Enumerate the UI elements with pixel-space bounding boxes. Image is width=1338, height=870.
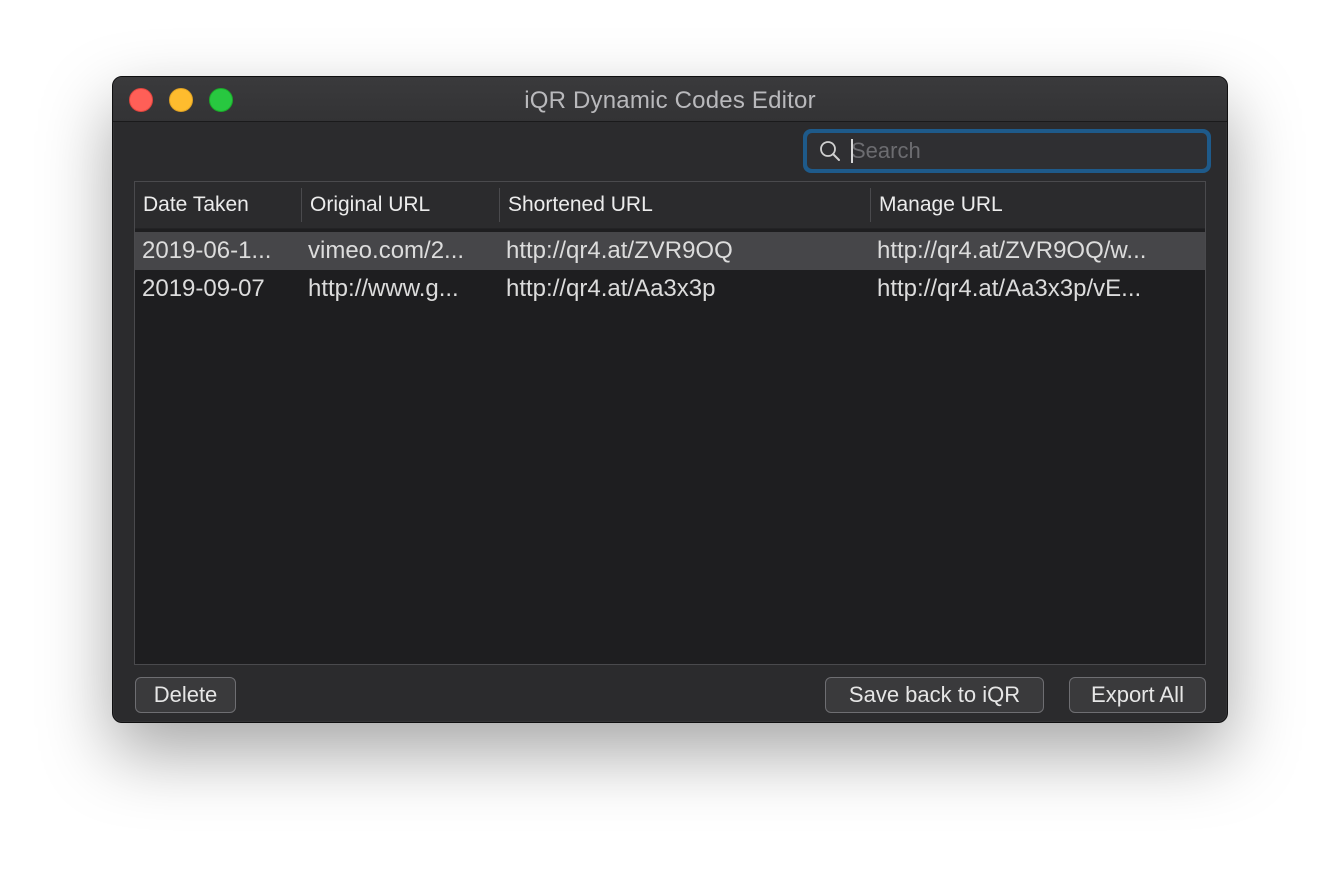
search-focus-ring (803, 129, 1211, 173)
cell-original-url: vimeo.com/2... (308, 237, 465, 264)
title-bar[interactable]: iQR Dynamic Codes Editor (113, 77, 1227, 122)
cell-shortened-url: http://qr4.at/Aa3x3p (506, 275, 716, 302)
codes-table[interactable]: Date Taken Original URL Shortened URL Ma… (134, 181, 1206, 665)
cell-manage-url: http://qr4.at/ZVR9OQ/w... (877, 237, 1147, 264)
table-row[interactable]: 2019-09-07 http://www.g... http://qr4.at… (135, 270, 1205, 308)
table-header: Date Taken Original URL Shortened URL Ma… (135, 182, 1205, 229)
window-title: iQR Dynamic Codes Editor (524, 87, 816, 114)
cell-date-taken: 2019-06-1... (142, 237, 272, 264)
search-icon (820, 141, 840, 161)
column-header-manage-url[interactable]: Manage URL (871, 182, 1205, 228)
text-caret (851, 139, 853, 163)
search-input[interactable] (851, 133, 1191, 169)
export-all-button[interactable]: Export All (1069, 677, 1206, 713)
cell-shortened-url: http://qr4.at/ZVR9OQ (506, 237, 733, 264)
search-field[interactable] (807, 133, 1207, 169)
delete-button[interactable]: Delete (135, 677, 236, 713)
app-window: iQR Dynamic Codes Editor Date Taken Orig… (112, 76, 1228, 723)
column-header-date-taken[interactable]: Date Taken (135, 182, 301, 228)
cell-original-url: http://www.g... (308, 275, 459, 302)
column-header-original-url[interactable]: Original URL (302, 182, 499, 228)
cell-date-taken: 2019-09-07 (142, 275, 265, 302)
column-header-shortened-url[interactable]: Shortened URL (500, 182, 870, 228)
save-back-to-iqr-button[interactable]: Save back to iQR (825, 677, 1044, 713)
cell-manage-url: http://qr4.at/Aa3x3p/vE... (877, 275, 1142, 302)
table-row[interactable]: 2019-06-1... vimeo.com/2... http://qr4.a… (135, 232, 1205, 270)
